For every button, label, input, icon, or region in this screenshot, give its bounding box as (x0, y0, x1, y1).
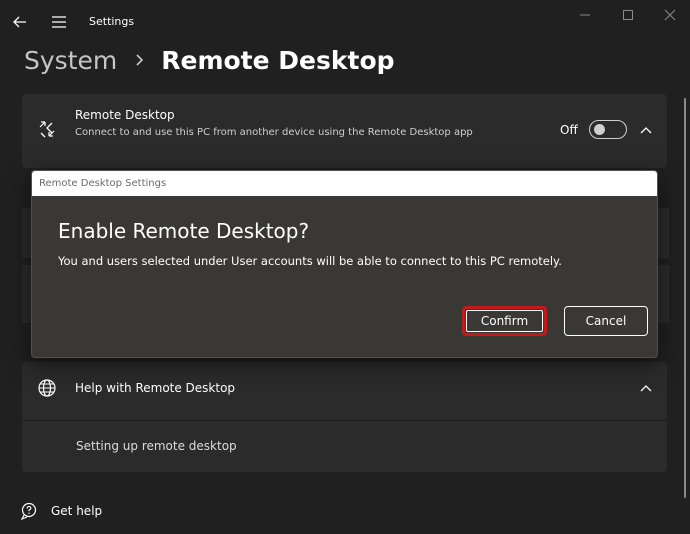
get-help-link[interactable]: Get help (20, 500, 102, 522)
title-bar: Settings (0, 0, 690, 40)
toggle-state-label: Off (560, 123, 578, 137)
hamburger-menu-icon[interactable] (50, 12, 68, 32)
remote-desktop-toggle[interactable] (589, 120, 627, 139)
minimize-icon[interactable] (575, 7, 595, 23)
chevron-up-icon[interactable] (639, 383, 653, 393)
confirm-button[interactable]: Confirm (462, 306, 547, 336)
breadcrumb: System Remote Desktop (24, 42, 395, 78)
globe-icon (38, 379, 56, 397)
help-link-setup[interactable]: Setting up remote desktop (76, 439, 237, 453)
divider (22, 420, 667, 421)
dialog-title-bar: Remote Desktop Settings (32, 171, 657, 196)
window-title: Settings (89, 15, 135, 28)
close-icon[interactable] (660, 7, 680, 23)
hidden-card-edge (657, 208, 669, 258)
confirm-button-label: Confirm (466, 310, 543, 332)
remote-desktop-title: Remote Desktop (75, 108, 175, 122)
help-title[interactable]: Help with Remote Desktop (75, 381, 235, 395)
chevron-up-icon[interactable] (639, 125, 653, 135)
dialog-heading: Enable Remote Desktop? (58, 219, 310, 243)
get-help-label: Get help (51, 504, 103, 518)
scrollbar[interactable] (684, 98, 686, 498)
page-title: Remote Desktop (161, 45, 395, 75)
help-card: Help with Remote Desktop Setting up remo… (22, 362, 667, 472)
toggle-knob (594, 124, 605, 135)
enable-remote-desktop-dialog: Remote Desktop Settings Enable Remote De… (31, 170, 658, 358)
hidden-card-edge (657, 265, 669, 323)
chevron-right-icon (136, 54, 144, 66)
breadcrumb-parent[interactable]: System (24, 46, 117, 75)
dialog-caption: Remote Desktop Settings (39, 178, 167, 189)
remote-desktop-card: Remote Desktop Connect to and use this P… (22, 94, 667, 168)
dialog-body-text: You and users selected under User accoun… (58, 254, 562, 268)
back-arrow-icon[interactable] (10, 12, 30, 32)
cancel-button[interactable]: Cancel (564, 306, 648, 336)
remote-desktop-description: Connect to and use this PC from another … (75, 127, 473, 138)
help-chat-icon (20, 502, 37, 521)
maximize-icon[interactable] (618, 7, 638, 23)
remote-desktop-icon (39, 121, 55, 138)
